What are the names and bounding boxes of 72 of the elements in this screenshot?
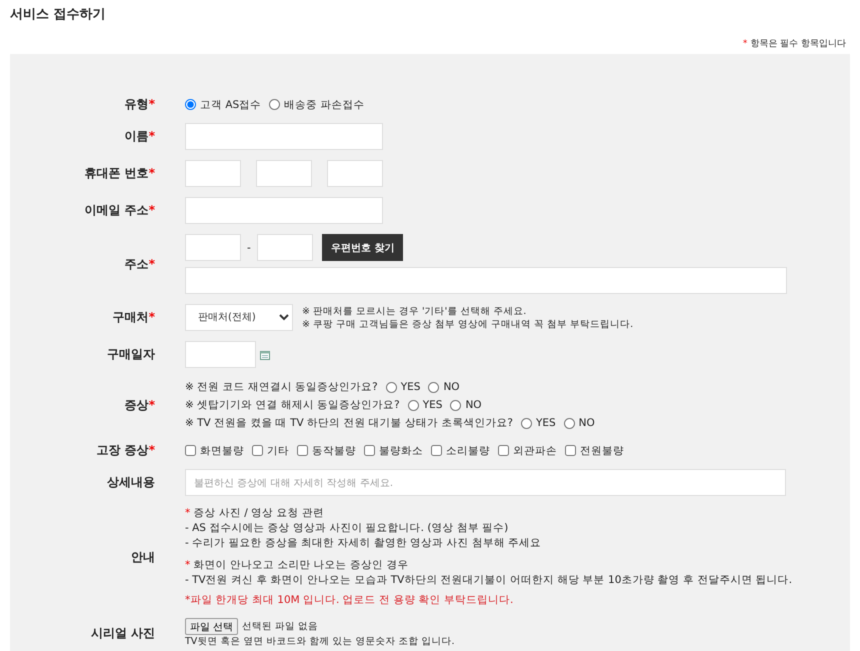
- checkbox[interactable]: [498, 445, 509, 456]
- checkbox[interactable]: [364, 445, 375, 456]
- radio-button[interactable]: [269, 99, 280, 110]
- notice-heading: * 화면이 안나오고 소리만 나오는 증상인 경우: [185, 558, 410, 573]
- field-label: 시리얼 사진: [90, 624, 155, 642]
- note-text: ※ 쿠팡 구매 고객님들은 증상 첨부 영상에 구매내역 꼭 첨부 부탁드립니다.: [302, 318, 634, 330]
- text-input[interactable]: [185, 267, 787, 294]
- text-input[interactable]: [185, 197, 383, 224]
- warning-text: *파일 한개당 최대 10M 입니다. 업로드 전 용량 확인 부탁드립니다.: [185, 593, 514, 608]
- checkbox[interactable]: [252, 445, 263, 456]
- text-input[interactable]: [185, 123, 383, 150]
- zip-search-button[interactable]: 우편번호 찾기: [322, 234, 404, 261]
- question-text: ※ TV 전원을 켰을 때 TV 하단의 전원 대기불 상태가 초록색인가요?: [185, 416, 513, 430]
- field-label: 구매일자: [107, 346, 155, 363]
- hint-text: TV뒷면 혹은 옆면 바코드와 함께 있는 영문숫자 조합 입니다.: [185, 635, 456, 648]
- option-label: NO: [465, 399, 482, 411]
- notice-text: - AS 접수시에는 증상 영상과 사진이 필요합니다. (영상 첨부 필수): [185, 521, 510, 536]
- option-label: 기타: [267, 444, 289, 458]
- option-label: YES: [422, 399, 442, 411]
- option-label: YES: [536, 417, 556, 429]
- separator-text: -: [247, 242, 251, 254]
- field-label: 유형*: [124, 96, 155, 113]
- radio-button[interactable]: [428, 382, 440, 392]
- radio-button[interactable]: [564, 418, 575, 428]
- text-input[interactable]: [185, 160, 241, 187]
- page-title: 서비스 접수하기: [10, 6, 106, 23]
- field-label: 이메일 주소*: [84, 202, 155, 219]
- store-select[interactable]: 판매처(전체): [185, 304, 293, 331]
- option-label: 화면불량: [200, 444, 244, 458]
- radio-button[interactable]: [520, 418, 532, 428]
- question-text: ※ 셋탑기기와 연결 해제시 동일증상인가요?: [185, 398, 400, 412]
- field-label: 고장 증상*: [96, 442, 155, 459]
- question-text: ※ 전원 코드 재연결시 동일증상인가요?: [185, 380, 378, 394]
- field-label: 안내: [131, 548, 155, 566]
- option-label: YES: [400, 381, 420, 393]
- radio-button[interactable]: [386, 382, 397, 392]
- radio-button[interactable]: [450, 400, 462, 410]
- file-status: 선택된 파일 없음: [242, 620, 318, 633]
- field-label: 이름*: [124, 128, 155, 145]
- checkbox[interactable]: [565, 445, 576, 456]
- text-input[interactable]: [256, 234, 313, 261]
- option-label: 외관파손: [513, 444, 557, 458]
- notice-heading: * 증상 사진 / 영상 요청 관련: [185, 506, 325, 521]
- checkbox[interactable]: [431, 445, 442, 456]
- option-label: 배송중 파손접수: [284, 98, 365, 112]
- radio-button[interactable]: [185, 99, 196, 110]
- note-text: ※ 판매처를 모르시는 경우 '기타'를 선택해 주세요.: [302, 304, 528, 318]
- checkbox[interactable]: [185, 445, 196, 456]
- checkbox[interactable]: [297, 445, 308, 456]
- required-note: * 항목은 필수 항목입니다: [742, 38, 846, 50]
- notice-text: - TV전원 켜신 후 화면이 안나오는 모습과 TV하단의 전원대기불이 어떠한지 해당 부분 10초가량 촬영 후 전달주시면 됩니다.: [185, 573, 794, 588]
- field-label: 주소*: [124, 256, 155, 272]
- option-label: NO: [443, 381, 460, 393]
- radio-button[interactable]: [408, 400, 419, 410]
- text-input[interactable]: [185, 234, 241, 261]
- option-label: 고객 AS접수: [200, 98, 262, 112]
- detail-textarea[interactable]: 불편하신 증상에 대해 자세히 작성해 주세요.: [185, 469, 786, 496]
- text-input[interactable]: [256, 160, 312, 187]
- field-label: 구매처*: [112, 309, 155, 326]
- option-label: NO: [578, 417, 595, 429]
- field-label: 휴대폰 번호*: [84, 165, 155, 182]
- option-label: 불량화소: [379, 444, 423, 458]
- calendar-icon[interactable]: [260, 350, 270, 360]
- option-label: 동작불량: [312, 444, 356, 458]
- file-select-button[interactable]: 파일 선택: [185, 618, 238, 635]
- date-input[interactable]: [185, 341, 256, 368]
- option-label: 소리불량: [446, 444, 490, 458]
- text-input[interactable]: [327, 160, 383, 187]
- notice-text: - 수리가 필요한 증상을 최대한 자세히 촬영한 영상과 사진 첨부해 주세요: [185, 536, 542, 551]
- field-label: 상세내용: [107, 474, 155, 491]
- field-label: 증상*: [124, 396, 155, 414]
- option-label: 전원불량: [580, 444, 624, 458]
